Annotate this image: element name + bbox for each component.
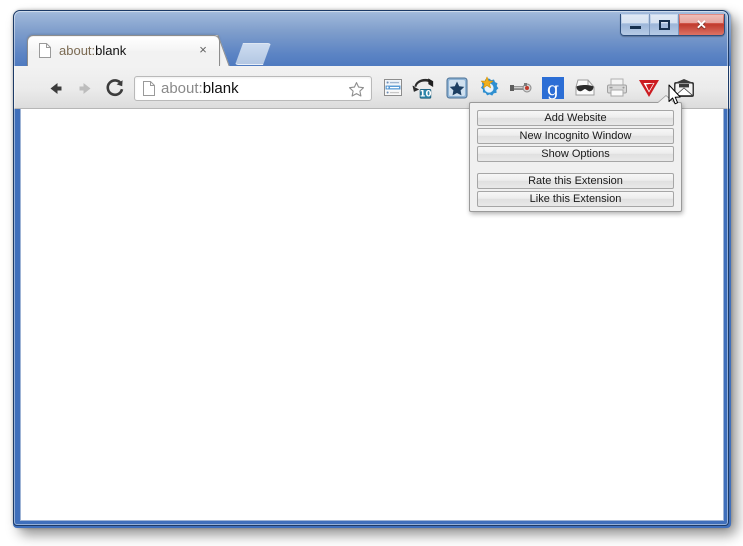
maximize-icon — [658, 19, 670, 30]
show-options-button[interactable]: Show Options — [477, 146, 674, 162]
rate-this-extension-button[interactable]: Rate this Extension — [477, 173, 674, 189]
new-incognito-window-button[interactable]: New Incognito Window — [477, 128, 674, 144]
ext-undo-icon[interactable]: 10 — [412, 75, 437, 100]
tab-title-scheme: about: — [59, 43, 96, 58]
page-icon — [39, 43, 51, 58]
forward-arrow-icon — [79, 82, 90, 94]
address-bar-text: about:blank — [161, 79, 239, 99]
url-host: blank — [202, 80, 239, 97]
svg-text:g: g — [546, 78, 558, 99]
tab-about-blank[interactable]: about:blank × — [27, 35, 220, 66]
back-button[interactable] — [42, 75, 68, 101]
extension-popup: Add Website New Incognito Window Show Op… — [469, 102, 682, 212]
page-icon — [143, 81, 155, 96]
ext-incognito-mask-icon[interactable] — [572, 75, 597, 100]
reload-button[interactable] — [102, 75, 128, 101]
svg-text:10: 10 — [419, 89, 431, 99]
mouse-cursor-icon — [668, 84, 682, 105]
maximize-button[interactable] — [650, 14, 679, 35]
new-tab-shape — [235, 43, 271, 65]
window-controls: ✕ — [620, 14, 725, 36]
ext-printer-icon[interactable] — [604, 75, 629, 100]
new-tab-button[interactable] — [235, 43, 271, 65]
address-bar[interactable]: about:blank — [134, 76, 372, 101]
ext-clamp-icon[interactable] — [508, 75, 533, 100]
url-scheme: about: — [161, 80, 203, 97]
close-icon: ✕ — [696, 16, 707, 32]
forward-button[interactable] — [72, 75, 98, 101]
tab-title: about:blank — [59, 42, 126, 59]
reload-icon — [106, 79, 124, 97]
add-website-button[interactable]: Add Website — [477, 110, 674, 126]
ext-star-box-icon[interactable] — [444, 75, 469, 100]
back-arrow-icon — [50, 82, 61, 94]
tab-strip: ✕ about:blank × — [13, 10, 731, 66]
bookmark-star-icon[interactable] — [348, 81, 365, 98]
tab-close-icon[interactable]: × — [196, 43, 210, 57]
tab-title-host: blank — [95, 43, 127, 58]
ext-gear-star-icon[interactable] — [476, 75, 501, 100]
browser-window: ✕ about:blank × about:blank 10 g — [13, 10, 731, 528]
like-this-extension-button[interactable]: Like this Extension — [477, 191, 674, 207]
ext-google-g-icon[interactable]: g — [540, 75, 565, 100]
minimize-button[interactable] — [621, 14, 650, 35]
minimize-icon — [629, 26, 641, 29]
popup-separator — [477, 164, 674, 173]
ext-list-icon[interactable] — [380, 75, 405, 100]
close-button[interactable]: ✕ — [679, 14, 724, 35]
